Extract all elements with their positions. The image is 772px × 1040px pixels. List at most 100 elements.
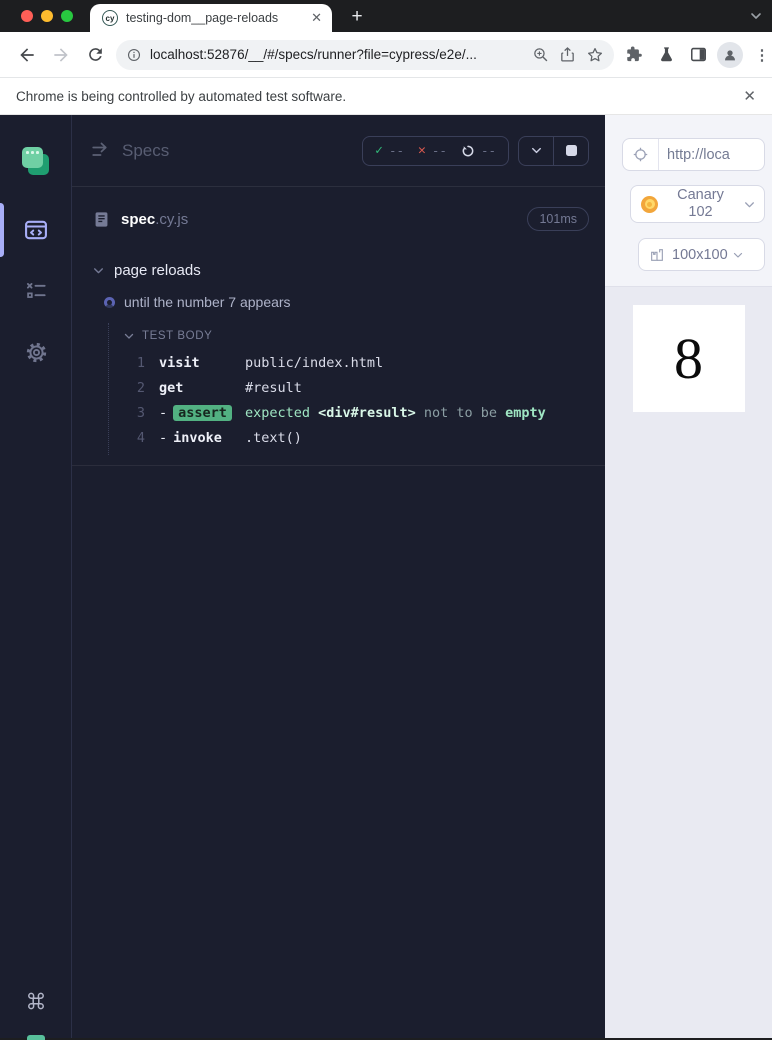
window-close-button[interactable]: [21, 10, 33, 22]
command-log: 1 visit public/index.html 2 get #result …: [123, 355, 589, 455]
child-command-dash: -: [159, 405, 168, 421]
suite-title: page reloads: [114, 261, 201, 279]
ruler-icon: [649, 247, 665, 263]
collapse-all-button[interactable]: [519, 137, 553, 165]
command-row[interactable]: 2 get #result: [123, 380, 589, 405]
viewport-selector[interactable]: 100x100: [638, 238, 765, 271]
failed-count: --: [431, 143, 447, 158]
window-zoom-button[interactable]: [61, 10, 73, 22]
assert-badge: assert: [173, 405, 232, 421]
tab-title: testing-dom__page-reloads: [126, 11, 279, 25]
command-row[interactable]: 3 - assert expected <div#result> not to b…: [123, 405, 589, 430]
sidebar-item-settings[interactable]: [0, 324, 72, 380]
url-text[interactable]: localhost:52876/__/#/specs/runner?file=c…: [150, 47, 522, 62]
aut-url-bar[interactable]: http://loca: [622, 138, 765, 171]
spec-duration-badge: 101ms: [527, 207, 589, 231]
sidebar-item-cypress-logo[interactable]: [0, 133, 72, 189]
pending-icon: [461, 144, 475, 158]
command-args: public/index.html: [245, 355, 384, 371]
forward-button[interactable]: [46, 40, 76, 70]
chevron-down-icon: [743, 198, 756, 211]
reporter-title[interactable]: Specs: [122, 141, 362, 161]
runner-controls: [518, 135, 589, 166]
test-body-header[interactable]: TEST BODY: [123, 323, 589, 349]
sidebar-item-keyboard-shortcuts[interactable]: [0, 973, 72, 1029]
command-row[interactable]: 4 - invoke .text(): [123, 430, 589, 455]
tab-close-icon[interactable]: ✕: [311, 10, 322, 26]
info-icon[interactable]: [126, 47, 142, 63]
sidebar-item-specs[interactable]: [0, 202, 72, 258]
cypress-app: Specs ✓ -- ✕ -- -- spec .cy.js 101ms pag…: [0, 115, 772, 1040]
browser-toolbar: localhost:52876/__/#/specs/runner?file=c…: [0, 32, 772, 78]
side-panel-icon[interactable]: [684, 41, 712, 69]
test-running-spinner-icon: [104, 296, 115, 308]
command-number: 4: [136, 430, 145, 446]
spec-document-icon: [92, 210, 111, 229]
chrome-menu-button[interactable]: ⋮: [748, 41, 772, 69]
cypress-logo-icon: [22, 147, 50, 175]
test-title: until the number 7 appears: [124, 294, 291, 310]
chevron-down-icon: [732, 249, 744, 261]
command-args: #result: [245, 380, 302, 396]
zoom-page-icon[interactable]: [532, 46, 549, 63]
cypress-sidebar: [0, 115, 72, 1040]
command-args: .text(): [245, 430, 302, 446]
tab-search-chevron-icon[interactable]: [748, 8, 764, 24]
result-number: 8: [674, 326, 703, 391]
runs-list-icon: [23, 278, 49, 304]
passed-icon: ✓: [375, 143, 383, 158]
command-key-icon: [24, 989, 48, 1013]
browser-label: Canary 102: [658, 187, 743, 220]
assert-message: expected <div#result> not to be empty: [245, 405, 546, 421]
browser-name: Canary: [677, 187, 724, 204]
profile-avatar[interactable]: [716, 41, 744, 69]
aut-controls: http://loca Canary 102 100x100: [605, 115, 772, 287]
aut-panel: http://loca Canary 102 100x100 8: [605, 115, 772, 1038]
window-minimize-button[interactable]: [41, 10, 53, 22]
bookmark-star-icon[interactable]: [586, 46, 604, 64]
selector-playground-icon[interactable]: [623, 139, 659, 170]
test-body-label: TEST BODY: [142, 330, 213, 342]
command-name: visit: [159, 355, 200, 371]
extension-flask-icon[interactable]: [652, 41, 680, 69]
command-number: 3: [136, 405, 145, 421]
child-command-dash: -: [159, 430, 168, 446]
command-number: 1: [136, 355, 145, 371]
reload-button[interactable]: [80, 40, 110, 70]
automation-banner: Chrome is being controlled by automated …: [0, 78, 772, 115]
failed-icon: ✕: [418, 143, 426, 158]
address-bar[interactable]: localhost:52876/__/#/specs/runner?file=c…: [116, 39, 614, 70]
assert-value: empty: [505, 405, 546, 421]
stop-button[interactable]: [554, 137, 588, 165]
back-button[interactable]: [12, 40, 42, 70]
new-tab-button[interactable]: +: [344, 4, 370, 30]
aut-iframe[interactable]: 8: [632, 305, 745, 412]
share-icon[interactable]: [559, 46, 576, 63]
chrome-canary-icon: [641, 195, 658, 213]
command-number: 2: [136, 380, 145, 396]
banner-close-icon[interactable]: ✕: [743, 87, 756, 105]
test-row[interactable]: until the number 7 appears: [92, 287, 589, 317]
sidebar-item-debug[interactable]: [0, 263, 72, 319]
spec-switcher-icon[interactable]: [90, 140, 112, 162]
cypress-reporter: Specs ✓ -- ✕ -- -- spec .cy.js 101ms pag…: [72, 115, 605, 1038]
reporter-header: Specs ✓ -- ✕ -- --: [72, 115, 605, 187]
command-name: get: [159, 380, 184, 396]
spec-file-name: spec: [121, 210, 156, 228]
extension-puzzle-icon[interactable]: [620, 41, 648, 69]
settings-gear-icon: [23, 339, 50, 366]
assert-mid: not to be: [423, 405, 498, 421]
browser-selector[interactable]: Canary 102: [630, 185, 765, 223]
aut-stage: 8: [605, 287, 772, 1038]
test-stats: ✓ -- ✕ -- --: [362, 135, 509, 166]
browser-version: 102: [688, 204, 713, 220]
browser-tab[interactable]: cy testing-dom__page-reloads ✕: [90, 4, 332, 32]
tab-strip: cy testing-dom__page-reloads ✕ +: [0, 0, 772, 32]
pending-count: --: [480, 143, 496, 158]
command-row[interactable]: 1 visit public/index.html: [123, 355, 589, 380]
command-name: invoke: [173, 430, 222, 446]
suite-row[interactable]: page reloads: [92, 255, 589, 285]
spec-file-row[interactable]: spec .cy.js 101ms: [72, 197, 605, 241]
reporter-divider: [72, 465, 605, 466]
aut-url-value[interactable]: http://loca: [659, 147, 730, 163]
